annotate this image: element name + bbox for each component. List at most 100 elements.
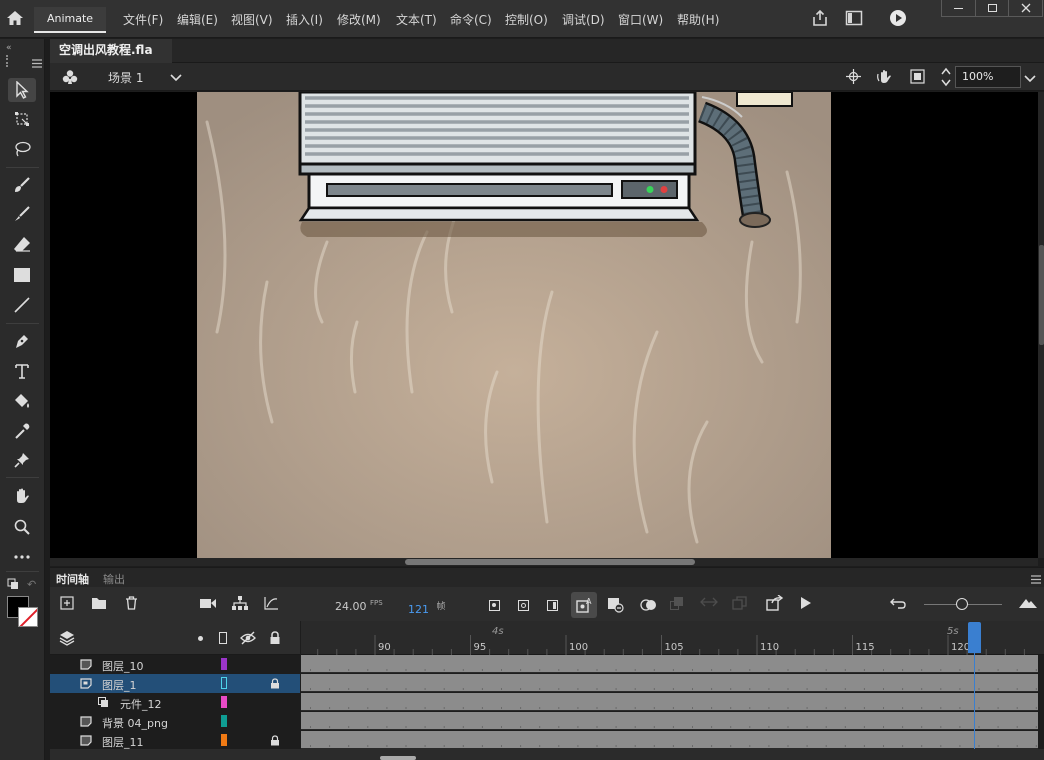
panel-menu-icon[interactable] (32, 57, 42, 71)
menu-item-1[interactable]: 编辑(E) (177, 11, 218, 28)
menu-item-10[interactable]: 帮助(H) (677, 11, 719, 28)
home-icon[interactable] (6, 10, 24, 29)
menu-item-7[interactable]: 控制(O) (505, 11, 548, 28)
layer-frame-track[interactable] (301, 693, 1038, 711)
auto-keyframe-icon[interactable]: A (571, 592, 597, 618)
new-layer-icon[interactable] (56, 592, 78, 614)
minimize-icon[interactable] (942, 0, 976, 16)
layer-row[interactable]: 元件_12 (50, 693, 300, 712)
layer-outline-color-swatch[interactable] (221, 696, 227, 708)
graph-editor-icon[interactable] (260, 592, 282, 614)
insert-frame-icon[interactable] (541, 594, 563, 616)
stage-vertical-scroll-thumb[interactable] (1039, 245, 1044, 345)
zoom-input[interactable]: 100% (955, 66, 1021, 88)
timeline-zoom-mountain-icon[interactable] (1017, 592, 1039, 614)
menu-item-4[interactable]: 修改(M) (337, 11, 381, 28)
onion-skin-icon[interactable] (638, 594, 660, 616)
paste-frames-icon[interactable] (732, 596, 747, 614)
layer-name[interactable]: 元件_12 (120, 696, 162, 712)
layer-outline-color-swatch[interactable] (221, 715, 227, 727)
delete-layer-icon[interactable] (120, 592, 142, 614)
stage-horizontal-scroll-thumb[interactable] (405, 559, 695, 565)
fps-value[interactable]: 24.00 (335, 600, 367, 613)
timeline-horizontal-scrollbar[interactable] (50, 749, 1044, 760)
menu-item-2[interactable]: 视图(V) (231, 11, 273, 28)
line-tool-icon[interactable] (8, 293, 36, 317)
swap-colors-icon[interactable] (7, 578, 19, 593)
tab-output[interactable]: 输出 (103, 571, 125, 587)
playhead-handle[interactable] (968, 622, 981, 653)
insert-keyframe-icon[interactable] (483, 594, 505, 616)
panel-menu-icon[interactable] (1031, 573, 1041, 587)
menu-item-5[interactable]: 文本(T) (396, 11, 437, 28)
free-transform-tool-icon[interactable] (8, 107, 36, 131)
clip-stage-icon[interactable] (910, 69, 925, 87)
pin-tool-icon[interactable] (8, 448, 36, 472)
zoom-stepper-icon[interactable] (940, 66, 952, 91)
chevron-down-icon[interactable] (170, 71, 182, 85)
lock-icon[interactable] (270, 735, 280, 749)
drag-handle-icon[interactable] (6, 55, 9, 67)
camera-icon[interactable] (197, 592, 219, 614)
layer-name[interactable]: 图层_10 (102, 658, 144, 674)
scene-name[interactable]: 场景 1 (108, 69, 143, 86)
zoom-dropdown-icon[interactable] (1024, 72, 1036, 86)
zoom-tool-icon[interactable] (8, 515, 36, 539)
app-tab-animate[interactable]: Animate (34, 7, 106, 33)
fit-timeline-icon[interactable] (887, 592, 909, 614)
collapse-panel-icon[interactable]: « (6, 43, 12, 53)
hand-tool-icon[interactable] (8, 484, 36, 508)
loop-icon[interactable] (700, 596, 718, 611)
current-frame-value[interactable]: 121 (408, 603, 429, 616)
menu-item-3[interactable]: 插入(I) (286, 11, 323, 28)
close-window-icon[interactable] (1009, 0, 1042, 16)
lock-layers-icon[interactable] (269, 631, 281, 648)
timeline-scroll-thumb[interactable] (380, 756, 416, 760)
layer-outline-color-swatch[interactable] (221, 677, 227, 689)
text-tool-icon[interactable] (8, 359, 36, 383)
stage-area[interactable] (50, 92, 1038, 558)
remove-keyframe-icon[interactable] (604, 594, 626, 616)
undo-colors-icon[interactable]: ↶ (27, 578, 36, 591)
hide-layers-icon[interactable] (240, 631, 256, 648)
rectangle-tool-icon[interactable] (8, 263, 36, 287)
layer-outline-color-swatch[interactable] (221, 734, 227, 746)
layer-frame-track[interactable] (301, 674, 1038, 692)
highlight-layers-icon[interactable] (198, 636, 203, 641)
layer-name[interactable]: 图层_1 (102, 677, 137, 693)
loop-playback-icon[interactable] (764, 592, 786, 614)
paint-bucket-tool-icon[interactable] (8, 389, 36, 413)
stage-canvas[interactable] (197, 92, 831, 558)
test-movie-icon[interactable] (889, 9, 907, 30)
frame-ruler[interactable]: 90 95 100 105 110 115 120 4s 5s (301, 621, 1044, 655)
layer-frame-track[interactable] (301, 655, 1038, 673)
timeline-zoom-slider-handle[interactable] (956, 598, 968, 610)
share-icon[interactable] (811, 9, 829, 30)
menu-item-6[interactable]: 命令(C) (450, 11, 492, 28)
layer-outline-color-swatch[interactable] (221, 658, 227, 670)
layers-stack-icon[interactable] (59, 630, 75, 649)
parenting-icon[interactable] (229, 592, 251, 614)
lasso-tool-icon[interactable] (8, 137, 36, 161)
fill-color-swatch[interactable] (18, 607, 38, 627)
eraser-tool-icon[interactable] (8, 232, 36, 256)
layer-row[interactable]: 图层_11 (50, 731, 300, 750)
selection-tool-icon[interactable] (8, 78, 36, 102)
brush-tool-icon[interactable] (8, 202, 36, 226)
new-folder-icon[interactable] (88, 592, 110, 614)
layer-frame-track[interactable] (301, 712, 1038, 730)
document-tab[interactable]: 空调出风教程.fla × (50, 39, 172, 80)
layer-frame-track[interactable] (301, 731, 1038, 749)
lock-icon[interactable] (270, 678, 280, 692)
layer-name[interactable]: 图层_11 (102, 734, 144, 750)
play-icon[interactable] (795, 592, 817, 614)
edit-multiple-frames-icon[interactable] (670, 597, 684, 611)
scene-symbol-icon[interactable] (62, 69, 78, 88)
paint-brush-tool-icon[interactable] (8, 173, 36, 197)
eyedropper-tool-icon[interactable] (8, 419, 36, 443)
maximize-icon[interactable] (976, 0, 1010, 16)
layer-name[interactable]: 背景 04_png (102, 715, 168, 731)
menu-item-9[interactable]: 窗口(W) (618, 11, 663, 28)
more-tools-icon[interactable] (8, 545, 36, 569)
menu-item-8[interactable]: 调试(D) (562, 11, 605, 28)
